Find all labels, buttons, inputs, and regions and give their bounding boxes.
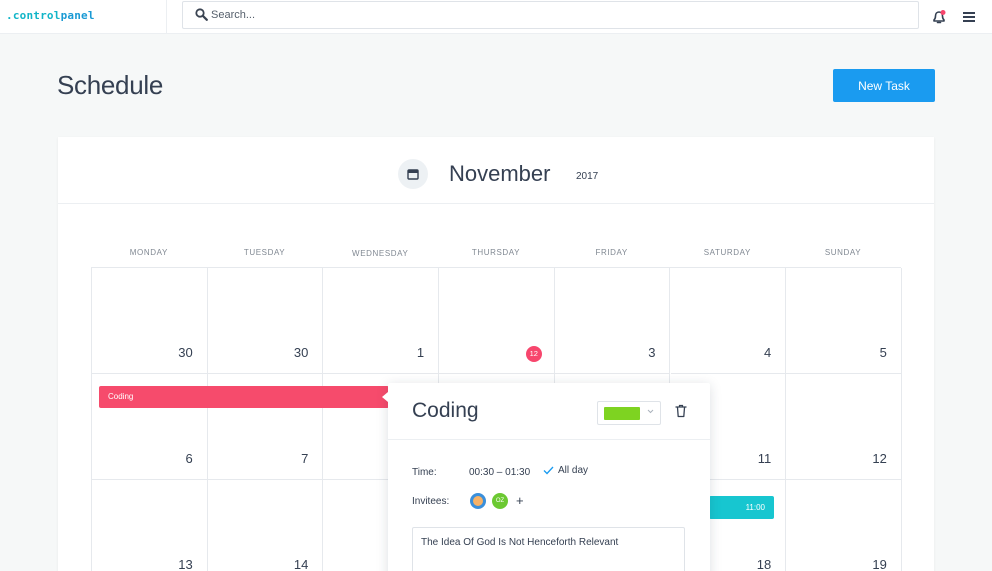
day-cell[interactable]: 30 xyxy=(92,268,208,374)
calendar-picker-button[interactable] xyxy=(398,159,428,189)
day-cell[interactable]: 14 xyxy=(208,480,324,571)
day-number: 13 xyxy=(178,557,193,571)
day-number: 30 xyxy=(293,345,309,360)
allday-toggle[interactable]: All day xyxy=(543,465,589,476)
day-cell[interactable]: 30 xyxy=(207,268,324,374)
new-task-button[interactable]: New Task xyxy=(833,69,935,102)
calendar-icon xyxy=(407,169,419,180)
day-number: 30 xyxy=(178,345,193,360)
hamburger-icon xyxy=(963,12,975,22)
description-field[interactable]: The Idea Of God Is Not Henceforth Releva… xyxy=(412,527,685,571)
add-invitee-button[interactable]: + xyxy=(516,493,524,509)
event-time[interactable]: 11:00 xyxy=(709,496,774,519)
weekday-header: MONDAY TUESDAY WEDNESDAY THURSDAY FRIDAY… xyxy=(91,248,901,268)
bell-icon xyxy=(933,10,946,24)
day-number: 14 xyxy=(293,557,309,571)
day-cell[interactable]: 3 xyxy=(554,268,671,374)
check-icon xyxy=(543,466,554,475)
divider xyxy=(388,439,710,440)
search-icon xyxy=(195,8,208,21)
search-input[interactable] xyxy=(211,6,891,24)
weekday-label: TUESDAY xyxy=(243,248,286,257)
invitees-label: Invitees: xyxy=(412,496,450,507)
day-number: 12 xyxy=(872,451,887,466)
top-bar: .controlpanel xyxy=(0,0,992,34)
day-number: 11 xyxy=(757,451,772,466)
calendar-year[interactable]: 2017 xyxy=(576,171,598,182)
day-number: 1 xyxy=(416,345,425,360)
weekday-label: THURSDAY xyxy=(471,248,521,257)
day-cell[interactable]: 13 xyxy=(92,480,208,571)
day-number: 18 xyxy=(756,557,772,571)
popover-pointer xyxy=(382,392,388,402)
avatar[interactable] xyxy=(470,493,486,509)
weekday-label: SATURDAY xyxy=(703,248,751,257)
day-number: 7 xyxy=(301,451,309,466)
day-cell[interactable]: 1 xyxy=(323,268,440,374)
avatar[interactable]: OZ xyxy=(492,493,508,509)
delete-event-button[interactable] xyxy=(675,404,687,423)
weekday-label: SUNDAY xyxy=(824,248,862,257)
logo-prefix: .control xyxy=(6,9,61,22)
weekday-label: FRIDAY xyxy=(595,248,628,257)
trash-icon xyxy=(675,404,687,418)
popover-title: Coding xyxy=(412,399,479,422)
time-value[interactable]: 00:30 – 01:30 xyxy=(469,467,530,478)
avatar-face xyxy=(473,496,483,506)
search-box[interactable] xyxy=(182,1,919,29)
logo-suffix: panel xyxy=(60,9,95,22)
divider xyxy=(166,0,167,34)
calendar-month[interactable]: November xyxy=(449,161,550,187)
day-number: 19 xyxy=(872,557,887,571)
allday-label: All day xyxy=(558,465,589,476)
menu-button[interactable] xyxy=(963,10,975,28)
app-logo[interactable]: .controlpanel xyxy=(6,9,95,22)
day-cell[interactable]: 5 xyxy=(786,268,902,374)
weekday-label: MONDAY xyxy=(129,248,168,257)
page-title: Schedule xyxy=(57,70,164,100)
time-label: Time: xyxy=(412,467,437,478)
weekday-label: WEDNESDAY xyxy=(352,249,409,258)
day-cell[interactable]: 12 xyxy=(786,374,902,480)
color-select[interactable] xyxy=(597,401,661,425)
event-coding[interactable]: Coding xyxy=(99,386,389,408)
day-cell[interactable]: 19 xyxy=(786,480,902,571)
day-number: 4 xyxy=(763,345,772,360)
today-badge: 12 xyxy=(525,346,542,362)
calendar-header: November 2017 xyxy=(58,137,934,204)
event-popover: Coding Time: 00:30 – 01:30 All day Invit… xyxy=(388,383,710,571)
day-number: 6 xyxy=(185,451,193,466)
day-cell[interactable]: 4 xyxy=(670,268,787,374)
color-swatch xyxy=(604,407,640,420)
chevron-down-icon xyxy=(647,409,654,414)
day-number: 3 xyxy=(648,345,656,360)
day-cell-today[interactable]: 12 xyxy=(439,268,555,374)
notifications-button[interactable] xyxy=(931,9,947,30)
day-number: 5 xyxy=(879,345,887,360)
